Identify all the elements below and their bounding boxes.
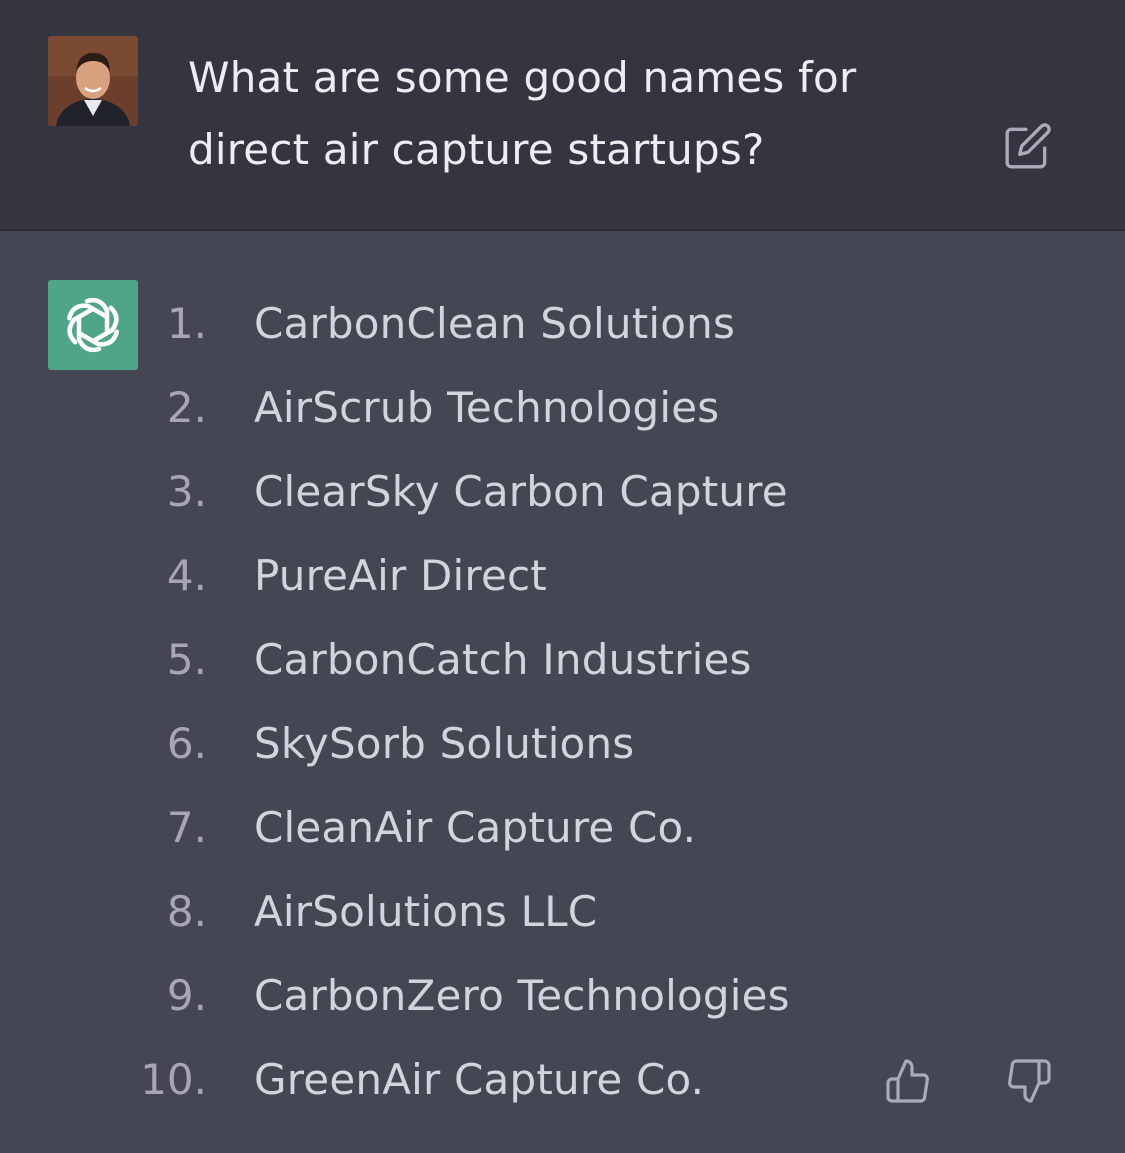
list-item-number: 5.: [166, 635, 207, 684]
edit-icon[interactable]: [1003, 121, 1053, 171]
list-item-text: CarbonZero Technologies: [254, 971, 790, 1020]
list-item: 3. ClearSky Carbon Capture: [0, 448, 1125, 532]
list-item-number: 9.: [166, 971, 207, 1020]
list-item: 9. CarbonZero Technologies: [0, 952, 1125, 1036]
list-item-text: PureAir Direct: [254, 551, 547, 600]
list-item: 4. PureAir Direct: [0, 532, 1125, 616]
list-item-text: CarbonCatch Industries: [254, 635, 752, 684]
user-message-line-1: What are some good names for: [188, 53, 857, 102]
list-item-text: SkySorb Solutions: [254, 719, 635, 768]
assistant-message-block: 1. CarbonClean Solutions 2. AirScrub Tec…: [0, 231, 1125, 1153]
list-item-number: 2.: [166, 383, 207, 432]
list-item: 1. CarbonClean Solutions: [0, 280, 1125, 364]
list-item-text: AirSolutions LLC: [254, 887, 598, 936]
list-item: 10. GreenAir Capture Co.: [0, 1036, 1125, 1120]
list-item-number: 7.: [166, 803, 207, 852]
list-item: 2. AirScrub Technologies: [0, 364, 1125, 448]
user-photo-icon: [48, 36, 138, 126]
list-item-number: 10.: [140, 1055, 207, 1104]
list-item-number: 1.: [166, 299, 207, 348]
list-item-text: CarbonClean Solutions: [254, 299, 736, 348]
user-message-text: What are some good names for direct air …: [188, 42, 948, 186]
list-item: 8. AirSolutions LLC: [0, 868, 1125, 952]
list-item: 5. CarbonCatch Industries: [0, 616, 1125, 700]
list-item: 6. SkySorb Solutions: [0, 700, 1125, 784]
list-item-text: GreenAir Capture Co.: [254, 1055, 705, 1104]
answer-list: 1. CarbonClean Solutions 2. AirScrub Tec…: [0, 280, 1125, 1120]
list-item-number: 3.: [166, 467, 207, 516]
list-item: 7. CleanAir Capture Co.: [0, 784, 1125, 868]
list-item-text: AirScrub Technologies: [254, 383, 720, 432]
user-avatar: [48, 36, 138, 126]
thumbs-down-icon[interactable]: [1005, 1057, 1053, 1105]
list-item-text: CleanAir Capture Co.: [254, 803, 697, 852]
user-message-block: What are some good names for direct air …: [0, 0, 1125, 231]
list-item-number: 8.: [166, 887, 207, 936]
user-message-line-2: direct air capture startups?: [188, 125, 765, 174]
list-item-number: 6.: [166, 719, 207, 768]
list-item-number: 4.: [166, 551, 207, 600]
list-item-text: ClearSky Carbon Capture: [254, 467, 788, 516]
thumbs-up-icon[interactable]: [884, 1057, 932, 1105]
